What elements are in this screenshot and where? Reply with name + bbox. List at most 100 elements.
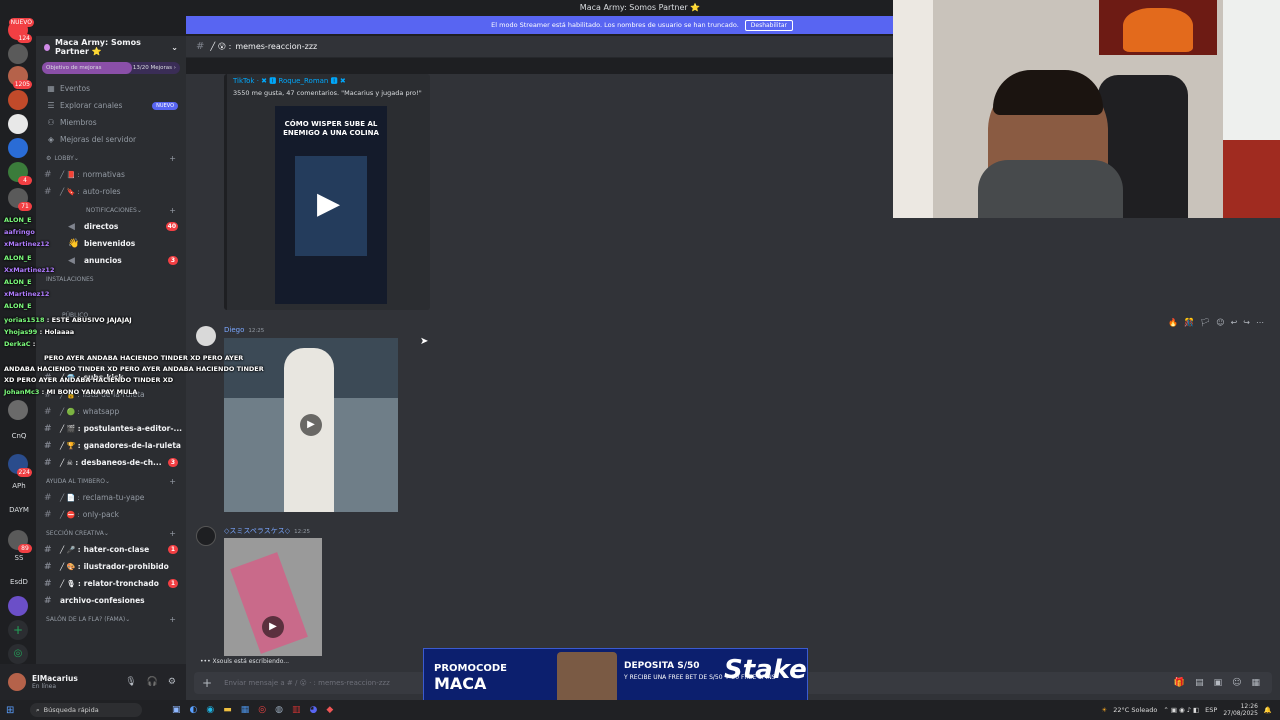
windows-start-icon[interactable]: ⊞ <box>6 705 22 716</box>
server-9[interactable] <box>8 400 28 420</box>
category-ayuda[interactable]: AYUDA AL TIMBERO ⌄ + <box>36 473 186 489</box>
category-lobby[interactable]: ⚙ LOBBY ⌄ + <box>36 150 186 166</box>
server-label[interactable]: SS <box>4 554 34 562</box>
message-author[interactable]: ◇スミスペラスケス◇ 12:25 <box>224 526 310 536</box>
channel-auto-roles[interactable]: # ╱ 🔖 : auto-roles <box>36 183 186 200</box>
video-thumbnail[interactable]: ▶ <box>224 338 398 512</box>
server-label[interactable]: APh <box>4 482 34 490</box>
message-author[interactable]: Diego 12:25 <box>224 326 264 334</box>
server-10[interactable]: 224 <box>8 454 32 477</box>
server-label[interactable]: CnQ <box>4 432 34 440</box>
server-4[interactable] <box>8 90 28 110</box>
channel-ganadores[interactable]: # ╱ 🏆 : ganadores-de-la-ruleta <box>36 437 186 454</box>
notification-icon[interactable]: 🔔 <box>1264 706 1272 714</box>
channel-relator[interactable]: # ╱ 🎙 : relator-tronchado 1 <box>36 575 186 592</box>
channel-subs-kick[interactable]: # ╱ 💎 : subs-kick <box>36 369 186 386</box>
channel-desbaneos[interactable]: # ╱ ☠ : desbaneos-de-ch... 3 <box>36 454 186 471</box>
emoji-icon[interactable]: ☺ <box>1232 678 1241 688</box>
channel-reclama[interactable]: # ╱ 📄 : reclama-tu-yape <box>36 489 186 506</box>
channel-postulantes[interactable]: # ╱ 🎬 : postulantes-a-editor-... <box>36 420 186 437</box>
discover-icon[interactable]: ◎ <box>8 644 28 664</box>
channel-bienvenidos[interactable]: 👋 bienvenidos <box>36 235 186 252</box>
channel-only-pack[interactable]: # ╱ ⛔ : only-pack <box>36 506 186 523</box>
nav-explore-channels[interactable]: ☰ Explorar canales NUEVO <box>36 97 186 114</box>
channel-lista-de-la-ruleta[interactable]: # ╱ 🔒 : lista-de-la-ruleta <box>36 386 186 403</box>
channel-archivo[interactable]: # archivo-confesiones <box>36 592 186 609</box>
edge-icon[interactable]: ◉ <box>206 705 214 715</box>
store-icon[interactable]: ▦ <box>241 705 250 715</box>
play-icon[interactable]: ▶ <box>262 616 284 638</box>
discord-icon[interactable]: ◕ <box>310 705 318 715</box>
avatar[interactable] <box>196 526 216 546</box>
category-publico[interactable]: PÚBLICO <box>36 307 186 323</box>
category-instalaciones[interactable]: INSTALACIONES <box>36 271 186 287</box>
server-5[interactable] <box>8 114 28 134</box>
video-thumbnail[interactable]: CÓMO WISPER SUBE AL ENEMIGO A UNA COLINA… <box>275 106 387 304</box>
video-thumbnail[interactable]: ▶ <box>224 538 322 656</box>
server-7[interactable]: 4 <box>8 162 32 185</box>
gif-icon[interactable]: ▤ <box>1195 678 1204 688</box>
channel-ilustrador[interactable]: # ╱ 🎨 : ilustrador-prohibido <box>36 558 186 575</box>
task-view-icon[interactable]: ▣ <box>172 705 181 715</box>
reaction-flag-icon[interactable]: 🏳 <box>1200 318 1210 327</box>
plus-icon[interactable]: + <box>202 676 212 690</box>
server-12[interactable] <box>8 596 28 616</box>
server-label[interactable]: EsdD <box>4 578 34 586</box>
add-server-icon[interactable]: + <box>8 620 28 640</box>
channel-whatsapp[interactable]: # ╱ 🟢 : whatsapp <box>36 403 186 420</box>
channel-hater[interactable]: # ╱ 🎤 : hater-con-clase 1 <box>36 541 186 558</box>
steam-icon[interactable]: ◍ <box>275 705 283 715</box>
tray-icons[interactable]: ⌃ ▣ ◉ ♪ ◧ <box>1163 706 1199 714</box>
disable-streamer-button[interactable]: Deshabilitar <box>744 19 793 31</box>
server-8[interactable]: 71 <box>8 188 32 211</box>
app-icon-2[interactable]: ◆ <box>326 705 333 715</box>
reply-icon[interactable]: ↩ <box>1231 318 1238 327</box>
language[interactable]: ESP <box>1205 706 1217 714</box>
nav-members[interactable]: ⚇ Miembros <box>36 114 186 131</box>
folder-icon[interactable]: ▬ <box>223 705 232 715</box>
add-channel-icon[interactable]: + <box>169 477 176 486</box>
server-3[interactable]: 1205 <box>8 66 32 89</box>
add-reaction-icon[interactable]: ☺ <box>1216 318 1224 327</box>
channel-directos[interactable]: ◀ directos 40 <box>36 218 186 235</box>
add-channel-icon[interactable]: + <box>169 206 176 215</box>
gift-icon[interactable]: 🎁 <box>1174 678 1185 688</box>
copilot-icon[interactable]: ◐ <box>190 705 198 715</box>
taskbar-search[interactable]: ⌕ Búsqueda rápida <box>30 703 142 717</box>
server-1[interactable]: NUEVO 124 <box>8 18 34 43</box>
chrome-icon[interactable]: ◎ <box>258 705 266 715</box>
app-icon[interactable]: ▥ <box>292 705 301 715</box>
gear-icon[interactable]: ⚙ <box>168 677 176 687</box>
add-channel-icon[interactable]: + <box>169 615 176 624</box>
sticker-icon[interactable]: ▣ <box>1214 678 1223 688</box>
play-icon[interactable]: ▶ <box>317 186 340 221</box>
boost-progress[interactable]: Objetivo de mejoras 13/20 Mejoras › <box>42 62 180 74</box>
avatar[interactable] <box>8 673 26 691</box>
embed-author[interactable]: TikTok · ✖ 🅸 Roque_Roman 🅸 ✖ <box>233 76 346 86</box>
nav-boosts[interactable]: ◈ Mejoras del servidor <box>36 131 186 148</box>
add-channel-icon[interactable]: + <box>169 154 176 163</box>
nav-events[interactable]: ▦ Eventos <box>36 80 186 97</box>
clock[interactable]: 12:26 27/08/2025 <box>1223 703 1258 717</box>
server-11[interactable]: 89 <box>8 530 32 553</box>
forward-icon[interactable]: ↪ <box>1243 318 1250 327</box>
server-6[interactable] <box>8 138 28 158</box>
category-creativa[interactable]: SECCIÓN CREATIVA ⌄ + <box>36 525 186 541</box>
avatar[interactable] <box>196 326 216 346</box>
apps-icon[interactable]: ▦ <box>1251 678 1260 688</box>
weather-text[interactable]: 22°C Soleado <box>1113 706 1157 714</box>
category-notificaciones[interactable]: NOTIFICACIONES ⌄ + <box>36 202 186 218</box>
microphone-icon[interactable]: 🎙 <box>125 677 136 687</box>
more-icon[interactable]: ⋯ <box>1256 318 1264 327</box>
server-label[interactable]: DAYM <box>4 506 34 514</box>
category-salon[interactable]: SALÓN DE LA FLA? (FAMA) ⌄ + <box>36 611 186 627</box>
headphones-icon[interactable]: 🎧 <box>147 677 158 687</box>
server-2[interactable] <box>8 44 28 64</box>
play-icon[interactable]: ▶ <box>300 414 322 436</box>
channel-normativas[interactable]: # ╱ 📕 : normativas <box>36 166 186 183</box>
server-header[interactable]: Maca Army: Somos Partner ⭐ ⌄ <box>36 36 186 58</box>
add-channel-icon[interactable]: + <box>169 529 176 538</box>
reaction-icon[interactable]: 🎊 <box>1184 318 1194 327</box>
channel-anuncios[interactable]: ◀ anuncios 3 <box>36 252 186 269</box>
reaction-fire-icon[interactable]: 🔥 <box>1168 318 1178 327</box>
